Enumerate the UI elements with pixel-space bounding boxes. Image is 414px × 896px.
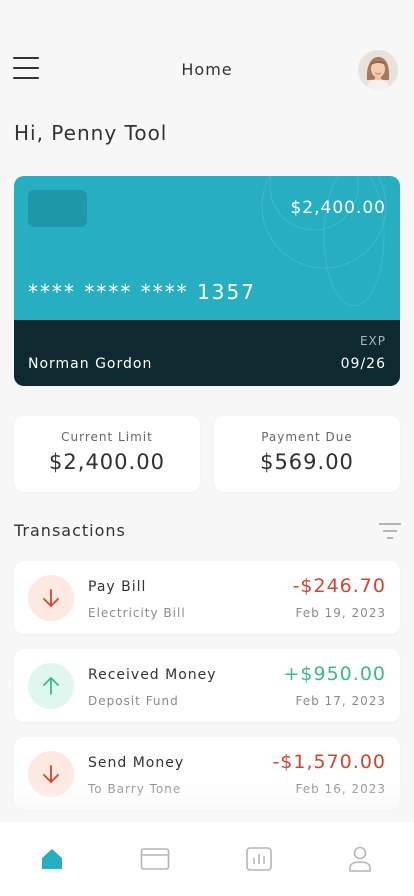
transaction-item[interactable]: Received Money Deposit Fund +$950.00 Feb… bbox=[14, 649, 400, 722]
payment-due-value: $569.00 bbox=[260, 450, 354, 474]
transaction-subtitle: Electricity Bill bbox=[88, 606, 186, 620]
transaction-amount: -$1,570.00 bbox=[272, 751, 386, 773]
page-title: Home bbox=[181, 60, 233, 79]
card-icon[interactable] bbox=[140, 844, 170, 874]
current-limit-box: Current Limit $2,400.00 bbox=[14, 416, 200, 492]
bottom-nav bbox=[0, 822, 414, 896]
transaction-item[interactable]: Send Money To Barry Tone -$1,570.00 Feb … bbox=[14, 737, 400, 810]
transaction-subtitle: To Barry Tone bbox=[88, 782, 182, 796]
card-exp-label: EXP bbox=[359, 334, 386, 348]
card-balance: $2,400.00 bbox=[290, 198, 386, 218]
transaction-amount: +$950.00 bbox=[283, 663, 386, 685]
arrow-down-icon bbox=[28, 751, 74, 797]
card-holder-name: Norman Gordon bbox=[28, 356, 153, 372]
transaction-title: Pay Bill bbox=[88, 579, 147, 595]
card-chip bbox=[28, 190, 87, 227]
profile-icon[interactable] bbox=[345, 844, 375, 874]
transaction-date: Feb 17, 2023 bbox=[295, 694, 386, 708]
transaction-amount: -$246.70 bbox=[292, 575, 386, 597]
card-number: **** **** **** 1357 bbox=[28, 280, 256, 304]
top-bar: Home bbox=[0, 44, 414, 96]
arrow-down-icon bbox=[28, 575, 74, 621]
transaction-item[interactable]: Pay Bill Electricity Bill -$246.70 Feb 1… bbox=[14, 561, 400, 634]
credit-card[interactable]: $2,400.00 **** **** **** 1357 Norman Gor… bbox=[14, 176, 400, 386]
transactions-heading: Transactions bbox=[14, 521, 126, 540]
transaction-title: Send Money bbox=[88, 755, 185, 771]
home-icon[interactable] bbox=[37, 844, 67, 874]
greeting-text: Hi, Penny Tool bbox=[14, 121, 168, 145]
transaction-date: Feb 19, 2023 bbox=[295, 606, 386, 620]
transaction-subtitle: Deposit Fund bbox=[88, 694, 179, 708]
payment-due-label: Payment Due bbox=[261, 430, 353, 444]
user-avatar[interactable] bbox=[358, 50, 398, 90]
payment-due-box: Payment Due $569.00 bbox=[214, 416, 400, 492]
chart-icon[interactable] bbox=[244, 844, 274, 874]
transaction-title: Received Money bbox=[88, 667, 217, 683]
filter-icon[interactable] bbox=[378, 522, 402, 540]
card-footer: Norman Gordon EXP 09/26 bbox=[14, 320, 400, 386]
current-limit-label: Current Limit bbox=[61, 430, 153, 444]
transaction-date: Feb 16, 2023 bbox=[295, 782, 386, 796]
card-exp-date: 09/26 bbox=[340, 356, 386, 372]
current-limit-value: $2,400.00 bbox=[49, 450, 165, 474]
arrow-up-icon bbox=[28, 663, 74, 709]
